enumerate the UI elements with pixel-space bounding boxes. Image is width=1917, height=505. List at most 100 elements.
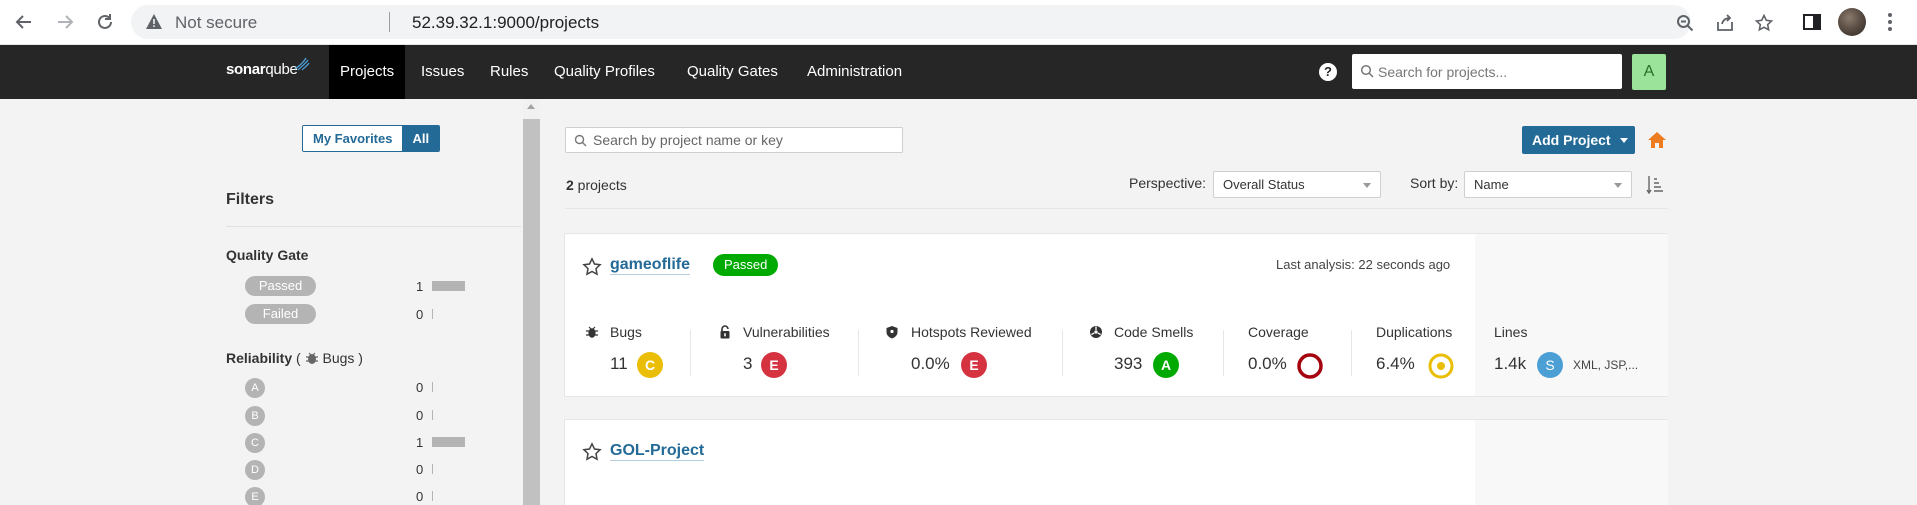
facet-bar bbox=[432, 309, 433, 319]
logo-waves-icon bbox=[294, 57, 310, 71]
global-search[interactable] bbox=[1352, 54, 1622, 89]
warning-icon bbox=[146, 14, 162, 29]
side-panel-icon[interactable] bbox=[1801, 11, 1823, 33]
reliability-b-filter[interactable]: B bbox=[245, 406, 265, 426]
code-smells-value[interactable]: 393 bbox=[1114, 354, 1142, 374]
quality-gate-status-badge: Passed bbox=[713, 254, 779, 276]
project-name-link[interactable]: GOL-Project bbox=[610, 442, 705, 461]
size-rating: S bbox=[1537, 352, 1563, 378]
filters-sidebar: My Favorites All Filters Quality Gate Pa… bbox=[0, 99, 522, 505]
zoom-icon[interactable] bbox=[1676, 14, 1694, 32]
global-navbar: sonarqube Projects Issues Rules Quality … bbox=[0, 45, 1917, 99]
reliability-facet-title[interactable]: Reliability ( Bugs ) bbox=[226, 350, 363, 366]
help-icon[interactable]: ? bbox=[1319, 63, 1337, 81]
nav-quality-profiles[interactable]: Quality Profiles bbox=[554, 45, 655, 99]
divider bbox=[226, 226, 521, 227]
perspective-select[interactable]: Overall Status bbox=[1213, 171, 1381, 198]
arrow-left-icon bbox=[15, 15, 31, 29]
perspective-label: Perspective: bbox=[1129, 175, 1207, 191]
security-rating[interactable]: E bbox=[761, 352, 787, 378]
reload-icon bbox=[98, 14, 112, 29]
bookmark-star-icon[interactable] bbox=[1755, 14, 1773, 32]
hotspots-label[interactable]: Hotspots Reviewed bbox=[911, 324, 1032, 340]
project-card: GOL-Project bbox=[564, 419, 1668, 505]
bug-icon bbox=[586, 326, 598, 338]
hotspots-rating[interactable]: E bbox=[961, 352, 987, 378]
all-button[interactable]: All bbox=[402, 126, 440, 151]
arrow-right-icon bbox=[58, 15, 74, 29]
user-avatar[interactable]: A bbox=[1632, 54, 1666, 90]
chevron-down-icon bbox=[1614, 183, 1622, 188]
lines-value[interactable]: 1.4k bbox=[1494, 354, 1526, 374]
global-search-input[interactable] bbox=[1378, 54, 1618, 89]
vulnerabilities-value[interactable]: 3 bbox=[743, 354, 752, 374]
quality-gate-passed-filter[interactable]: Passed bbox=[245, 276, 316, 296]
nav-rules[interactable]: Rules bbox=[490, 45, 528, 99]
vulnerabilities-label[interactable]: Vulnerabilities bbox=[743, 324, 830, 340]
facet-count: 0 bbox=[416, 408, 424, 423]
sort-select[interactable]: Name bbox=[1464, 171, 1632, 198]
forward-button[interactable] bbox=[51, 8, 79, 36]
nav-issues[interactable]: Issues bbox=[421, 45, 464, 99]
coverage-value[interactable]: 0.0% bbox=[1248, 354, 1287, 374]
quality-gate-facet-title[interactable]: Quality Gate bbox=[226, 247, 308, 263]
security-label: Not secure bbox=[175, 13, 258, 32]
coverage-label[interactable]: Coverage bbox=[1248, 324, 1309, 340]
divider bbox=[389, 12, 390, 32]
more-menu-icon[interactable] bbox=[1886, 10, 1894, 34]
bugs-value[interactable]: 11 bbox=[610, 354, 628, 374]
add-project-button[interactable]: Add Project bbox=[1522, 126, 1635, 154]
maintainability-rating[interactable]: A bbox=[1153, 352, 1179, 378]
sort-order-icon[interactable] bbox=[1646, 175, 1664, 194]
hotspots-value[interactable]: 0.0% bbox=[911, 354, 950, 374]
bugs-label[interactable]: Bugs bbox=[610, 324, 642, 340]
facet-count: 1 bbox=[416, 435, 424, 450]
chevron-down-icon bbox=[1620, 138, 1628, 143]
sidebar-scrollbar[interactable] bbox=[523, 99, 540, 505]
coverage-ring-icon[interactable] bbox=[1296, 352, 1324, 380]
facet-count: 0 bbox=[416, 462, 424, 477]
nav-quality-gates[interactable]: Quality Gates bbox=[687, 45, 778, 99]
scrollbar-thumb[interactable] bbox=[523, 119, 540, 505]
project-search[interactable] bbox=[565, 127, 903, 153]
bugs-rating[interactable]: C bbox=[637, 352, 663, 378]
scroll-up-arrow-icon[interactable] bbox=[527, 104, 535, 109]
duplications-value[interactable]: 6.4% bbox=[1376, 354, 1415, 374]
code-smell-icon bbox=[1090, 326, 1102, 338]
reliability-e-filter[interactable]: E bbox=[245, 487, 265, 505]
bug-icon bbox=[305, 352, 318, 364]
facet-bar bbox=[432, 464, 433, 474]
home-icon[interactable] bbox=[1647, 131, 1667, 149]
project-search-input[interactable] bbox=[593, 128, 898, 152]
sort-label: Sort by: bbox=[1410, 175, 1459, 191]
code-smells-label[interactable]: Code Smells bbox=[1114, 324, 1193, 340]
favorite-star-icon[interactable] bbox=[582, 257, 602, 277]
project-name-link[interactable]: gameoflife bbox=[610, 256, 691, 275]
facet-count: 0 bbox=[416, 489, 424, 504]
projects-count: 2 projects bbox=[566, 177, 627, 193]
facet-count: 1 bbox=[416, 279, 424, 294]
facet-bar bbox=[432, 281, 465, 291]
reliability-d-filter[interactable]: D bbox=[245, 460, 265, 480]
languages-text: XML, JSP,... bbox=[1573, 358, 1639, 372]
facet-count: 0 bbox=[416, 380, 424, 395]
reliability-a-filter[interactable]: A bbox=[245, 378, 265, 398]
lines-label[interactable]: Lines bbox=[1494, 324, 1527, 340]
nav-administration[interactable]: Administration bbox=[807, 45, 902, 99]
reload-button[interactable] bbox=[91, 8, 119, 36]
facet-bar bbox=[432, 410, 433, 420]
quality-gate-failed-filter[interactable]: Failed bbox=[245, 304, 316, 324]
url-text[interactable]: 52.39.32.1:9000/projects bbox=[412, 13, 599, 33]
filters-title: Filters bbox=[226, 191, 275, 208]
my-favorites-button[interactable]: My Favorites bbox=[303, 126, 403, 151]
share-icon[interactable] bbox=[1716, 14, 1734, 32]
sonarqube-logo[interactable]: sonarqube bbox=[226, 57, 310, 83]
reliability-c-filter[interactable]: C bbox=[245, 433, 265, 453]
browser-profile-avatar[interactable] bbox=[1838, 8, 1866, 36]
address-bar[interactable]: Not secure 52.39.32.1:9000/projects bbox=[131, 5, 1773, 39]
nav-projects[interactable]: Projects bbox=[329, 45, 406, 99]
back-button[interactable] bbox=[10, 8, 38, 36]
duplications-label[interactable]: Duplications bbox=[1376, 324, 1452, 340]
favorite-star-icon[interactable] bbox=[582, 442, 602, 462]
duplications-ring-icon[interactable] bbox=[1427, 352, 1455, 380]
